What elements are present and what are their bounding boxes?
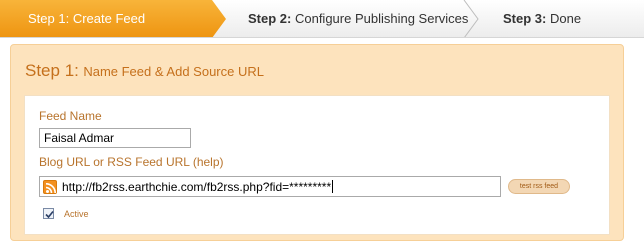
step-1-text: Create Feed [72, 11, 146, 26]
step-2-prefix: Step 2: [248, 11, 292, 26]
feed-url-input[interactable]: http://fb2rss.earthchie.com/fb2rss.php?f… [39, 176, 501, 197]
test-rss-feed-button[interactable]: test rss feed [508, 179, 570, 194]
feed-url-value: http://fb2rss.earthchie.com/fb2rss.php?f… [62, 180, 334, 194]
section-title: Step 1: Name Feed & Add Source URL [25, 61, 264, 81]
step-3-text: Done [549, 11, 582, 26]
step-3-prefix: Step 3: [503, 11, 547, 26]
feed-name-input[interactable]: Faisal Admar [39, 128, 191, 148]
active-checkbox[interactable] [43, 208, 54, 219]
section-title-text: Name Feed & Add Source URL [83, 64, 264, 79]
step-3-label: Step 3: Done [503, 11, 581, 27]
text-caret [332, 180, 334, 193]
feed-name-label: Feed Name [39, 109, 102, 123]
feed-url-text: http://fb2rss.earthchie.com/fb2rss.php?f… [62, 180, 332, 194]
wizard-steps: Step 1: Create Feed Step 2: Configure Pu… [0, 0, 644, 38]
step-2-text: Configure Publishing Services [294, 11, 469, 26]
feed-form: Feed Name Faisal Admar Blog URL or RSS F… [24, 95, 610, 235]
rss-icon [43, 180, 57, 194]
step-1-label: Step 1: Create Feed [28, 11, 145, 27]
create-feed-panel: Step 1: Name Feed & Add Source URL Feed … [10, 44, 624, 241]
feed-url-label: Blog URL or RSS Feed URL (help) [39, 155, 224, 169]
step-1-prefix: Step 1: [28, 11, 70, 26]
step-2-label: Step 2: Configure Publishing Services [248, 11, 468, 27]
section-title-prefix: Step 1: [25, 61, 79, 80]
active-label: Active [64, 209, 89, 219]
checkmark-icon [45, 210, 54, 219]
